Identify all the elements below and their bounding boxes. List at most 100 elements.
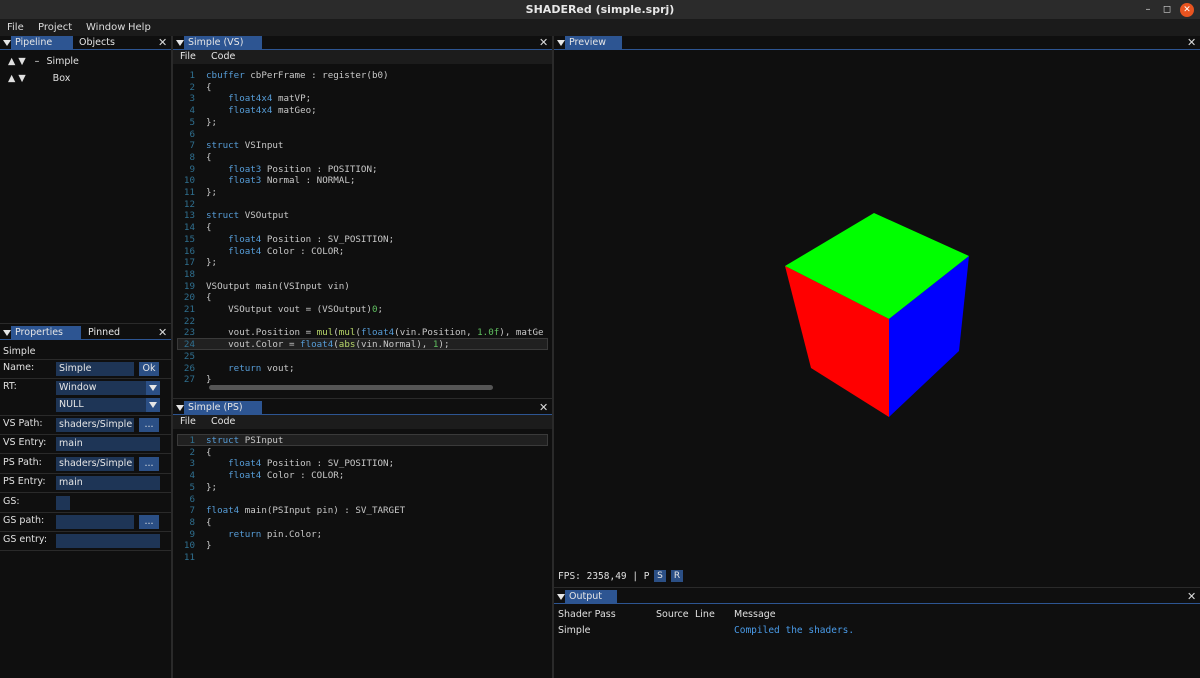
code-line[interactable]: 12 — [173, 199, 552, 211]
close-window-icon[interactable]: ✕ — [1180, 3, 1194, 17]
code-line[interactable]: 20 { — [173, 292, 552, 304]
collapse-icon[interactable] — [176, 405, 184, 411]
chevron-down-icon[interactable] — [146, 398, 160, 412]
tab-objects[interactable]: Objects — [75, 36, 119, 50]
code-line[interactable]: 11 — [173, 552, 552, 564]
menu-project[interactable]: Project — [38, 22, 72, 33]
move-arrows-icon[interactable]: ▲ ▼ — [8, 56, 26, 67]
code-line[interactable]: 2{ — [173, 82, 552, 94]
code-line[interactable]: 7 struct VSInput — [173, 140, 552, 152]
code-line[interactable]: 19 VSOutput main(VSInput vin) — [173, 281, 552, 293]
code-line[interactable]: 5}; — [173, 482, 552, 494]
code-line[interactable]: 1 cbuffer cbPerFrame : register(b0) — [173, 70, 552, 82]
vs-menu-code[interactable]: Code — [211, 51, 235, 62]
browse-ps-button[interactable]: ... — [139, 457, 159, 471]
vs-menu-file[interactable]: File — [180, 51, 196, 62]
code-line[interactable]: 9 return pin.Color; — [173, 529, 552, 541]
vs-entry-field[interactable]: main — [56, 437, 160, 451]
gs-entry-field[interactable] — [56, 534, 160, 548]
close-icon[interactable]: ✕ — [1187, 36, 1196, 50]
code-line[interactable]: 3 float4 Position : SV_POSITION; — [173, 458, 552, 470]
ps-menu-code[interactable]: Code — [211, 416, 235, 427]
ok-button[interactable]: Ok — [139, 362, 159, 376]
horizontal-splitter[interactable] — [0, 323, 172, 324]
name-field[interactable]: Simple — [56, 362, 134, 376]
close-icon[interactable]: ✕ — [158, 326, 167, 340]
code-line[interactable]: 17}; — [173, 257, 552, 269]
code-line[interactable]: 4 float4x4 matGeo; — [173, 105, 552, 117]
browse-vs-button[interactable]: ... — [139, 418, 159, 432]
collapse-icon[interactable] — [3, 330, 11, 336]
browse-gs-button[interactable]: ... — [139, 515, 159, 529]
code-line[interactable]: 1 struct PSInput — [173, 434, 552, 447]
tab-pinned[interactable]: Pinned — [84, 326, 124, 340]
line-number: 8 — [189, 151, 195, 163]
tab-pipeline[interactable]: Pipeline — [11, 36, 73, 50]
preview-viewport[interactable] — [554, 51, 1200, 566]
code-line[interactable]: 7 float4 main(PSInput pin) : SV_TARGET — [173, 505, 552, 517]
code-line[interactable]: 22 — [173, 316, 552, 328]
code-line[interactable]: 2{ — [173, 447, 552, 459]
code-line[interactable]: 24 vout.Color = float4(abs(vin.Normal), … — [173, 338, 552, 351]
code-line[interactable]: 14 { — [173, 222, 552, 234]
horizontal-splitter[interactable] — [554, 587, 1200, 588]
code-line[interactable]: 21 VSOutput vout = (VSOutput)0; — [173, 304, 552, 316]
code-text: } — [206, 374, 212, 386]
ps-code-area[interactable]: 1 struct PSInput 2{3 float4 Position : SV_… — [173, 434, 552, 675]
code-line[interactable]: 5}; — [173, 117, 552, 129]
code-line[interactable]: 13 struct VSOutput — [173, 210, 552, 222]
ps-entry-field[interactable]: main — [56, 476, 160, 490]
collapse-icon[interactable] — [176, 40, 184, 46]
tree-item-simple[interactable]: ▲ ▼ – Simple — [8, 56, 79, 67]
close-icon[interactable]: ✕ — [1187, 590, 1196, 604]
code-line[interactable]: 10 float3 Normal : NORMAL; — [173, 175, 552, 187]
menu-window[interactable]: Window — [86, 22, 125, 33]
rt-select-1[interactable]: Window — [56, 381, 146, 395]
code-line[interactable]: 8{ — [173, 517, 552, 529]
ps-menu-file[interactable]: File — [180, 416, 196, 427]
tab-properties[interactable]: Properties — [11, 326, 81, 340]
tab-preview[interactable]: Preview — [565, 36, 622, 50]
close-icon[interactable]: ✕ — [539, 36, 548, 50]
code-line[interactable]: 9 float3 Position : POSITION; — [173, 164, 552, 176]
code-line[interactable]: 11}; — [173, 187, 552, 199]
line-number: 21 — [183, 304, 195, 315]
code-line[interactable]: 3 float4x4 matVP; — [173, 93, 552, 105]
tab-output[interactable]: Output — [565, 590, 617, 604]
rt-select-2[interactable]: NULL — [56, 398, 146, 412]
horizontal-splitter[interactable] — [173, 398, 552, 399]
code-line[interactable]: 4 float4 Color : COLOR; — [173, 470, 552, 482]
minimize-icon[interactable]: – — [1140, 2, 1156, 18]
menu-help[interactable]: Help — [128, 22, 151, 33]
collapse-icon[interactable] — [557, 40, 565, 46]
gs-checkbox[interactable] — [56, 496, 70, 510]
horizontal-scrollbar[interactable] — [209, 385, 493, 390]
tab-simple-ps[interactable]: Simple (PS) — [184, 401, 262, 415]
code-line[interactable]: 16 float4 Color : COLOR; — [173, 246, 552, 258]
vs-code-area[interactable]: 1 cbuffer cbPerFrame : register(b0) 2{3 fl… — [173, 70, 552, 385]
tree-item-box[interactable]: ▲ ▼ Box — [8, 73, 70, 84]
close-icon[interactable]: ✕ — [158, 36, 167, 50]
code-line[interactable]: 10} — [173, 540, 552, 552]
code-line[interactable]: 25 — [173, 351, 552, 363]
collapse-icon[interactable] — [557, 594, 565, 600]
code-line[interactable]: 26 return vout; — [173, 363, 552, 375]
chevron-down-icon[interactable] — [146, 381, 160, 395]
gs-path-field[interactable] — [56, 515, 134, 529]
tree-expand-icon[interactable]: – — [35, 56, 40, 67]
render-button[interactable]: R — [671, 570, 683, 582]
stats-button[interactable]: S — [654, 570, 666, 582]
tab-simple-vs[interactable]: Simple (VS) — [184, 36, 262, 50]
ps-path-field[interactable]: shaders/Simple — [56, 457, 134, 471]
vs-path-field[interactable]: shaders/Simple — [56, 418, 134, 432]
close-icon[interactable]: ✕ — [539, 401, 548, 415]
menu-file[interactable]: File — [7, 22, 24, 33]
maximize-icon[interactable]: ◻ — [1159, 2, 1175, 18]
code-line[interactable]: 8{ — [173, 152, 552, 164]
code-line[interactable]: 6 — [173, 129, 552, 141]
code-line[interactable]: 15 float4 Position : SV_POSITION; — [173, 234, 552, 246]
move-arrows-icon[interactable]: ▲ ▼ — [8, 73, 26, 84]
collapse-icon[interactable] — [3, 40, 11, 46]
code-line[interactable]: 18 — [173, 269, 552, 281]
code-line[interactable]: 6 — [173, 494, 552, 506]
